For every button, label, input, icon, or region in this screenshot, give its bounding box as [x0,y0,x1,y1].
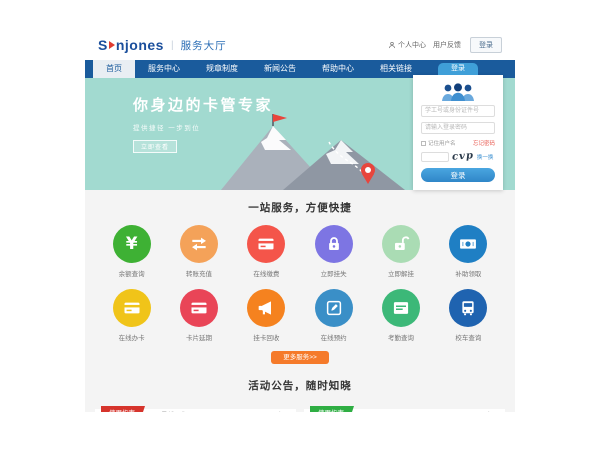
service-item-5[interactable]: 补助领取 [435,225,502,278]
feedback-link[interactable]: 用户反馈 [433,40,461,50]
forgot-password-link[interactable]: 忘记密码 [473,139,495,147]
announcements-title: 活动公告，随时知晓 [85,368,515,393]
service-label: 在线预约 [300,332,367,342]
more-link-right[interactable]: 更多>> [480,410,499,412]
nav-item-3[interactable]: 新闻公告 [251,60,309,78]
login-options: 记住用户名 忘记密码 [421,139,495,147]
service-label: 卡片延期 [165,332,232,342]
service-item-11[interactable]: 校车查询 [435,289,502,342]
logo-text-rest: njones [116,37,164,53]
service-label: 在线办卡 [98,332,165,342]
service-item-9[interactable]: 在线预约 [300,289,367,342]
service-item-8[interactable]: 挂卡回收 [233,289,300,342]
login-submit-button[interactable]: 登录 [421,168,495,182]
service-label: 在线缴费 [233,268,300,278]
service-label: 校车查询 [435,332,502,342]
services-grid: ¥ 余额查询转账充值在线缴费立即挂失立即解挂补助领取在线办卡卡片延期挂卡回收在线预… [98,225,502,342]
remember-checkbox[interactable] [421,141,426,146]
main-content: 一站服务，方便快捷 ¥ 余额查询转账充值在线缴费立即挂失立即解挂补助领取在线办卡卡… [85,190,515,412]
nav-item-4[interactable]: 帮助中心 [309,60,367,78]
hero-subtitle: 提供捷径 一步到位 [133,122,273,132]
latest-news-tab[interactable]: 最新公告 [161,409,187,412]
header-divider: | [171,40,174,51]
more-link-left[interactable]: 更多>> [271,410,290,412]
header-login-button[interactable]: 登录 [470,37,502,53]
guide-tab-green[interactable]: 使用指南 [310,406,354,412]
transfer-arrows-icon [180,225,218,263]
feedback-label: 用户反馈 [433,40,461,50]
edit-icon [315,289,353,327]
captcha-image[interactable]: cvp [452,150,475,163]
page: Snjones | 服务大厅 个人中心 用户反馈 登录 首页服务中心规章制度新闻… [85,30,515,412]
bus-icon [449,289,487,327]
person-icon [388,41,396,49]
guide-panel-right: 使用指南 更多>> [304,402,505,412]
announcement-panels: 使用指南 最新公告 更多>> 使用指南 更多>> [85,402,515,412]
login-panel: 登录 记住用户名 忘记密码 cvp 换一换 登录 [413,75,503,190]
password-input[interactable] [421,122,495,134]
nav-item-2[interactable]: 规章制度 [193,60,251,78]
user-center-label: 个人中心 [398,40,426,50]
bank-card-icon [180,289,218,327]
service-item-7[interactable]: 卡片延期 [165,289,232,342]
service-label: 挂卡回收 [233,332,300,342]
username-input[interactable] [421,105,495,117]
service-item-4[interactable]: 立即解挂 [367,225,434,278]
service-item-10[interactable]: 考勤查询 [367,289,434,342]
captcha-refresh-link[interactable]: 换一换 [477,153,494,161]
logo[interactable]: Snjones [98,37,164,53]
service-label: 补助领取 [435,268,502,278]
login-panel-tab[interactable]: 登录 [438,63,478,75]
bank-card-icon [113,289,151,327]
service-item-2[interactable]: 在线缴费 [233,225,300,278]
services-title: 一站服务，方便快捷 [85,190,515,215]
megaphone-icon [247,289,285,327]
service-label: 考勤查询 [367,332,434,342]
nav-item-0[interactable]: 首页 [93,60,135,78]
remember-label: 记住用户名 [428,139,456,147]
captcha-row: cvp 换一换 [421,151,495,162]
lock-icon [315,225,353,263]
guide-panel-left: 使用指南 最新公告 更多>> [95,402,296,412]
guide-tab-red[interactable]: 使用指南 [101,406,145,412]
bank-card-icon [247,225,285,263]
banknote-icon [449,225,487,263]
service-item-6[interactable]: 在线办卡 [98,289,165,342]
hero-title: 你身边的卡管专家 [133,94,273,115]
service-item-3[interactable]: 立即挂失 [300,225,367,278]
more-services-button[interactable]: 更多服务>> [271,351,329,364]
user-center-link[interactable]: 个人中心 [388,40,426,50]
nav-item-1[interactable]: 服务中心 [135,60,193,78]
service-label: 余额查询 [98,268,165,278]
service-label: 转账充值 [165,268,232,278]
site-name: 服务大厅 [181,38,227,53]
captcha-input[interactable] [421,152,449,162]
service-item-1[interactable]: 转账充值 [165,225,232,278]
service-label: 立即解挂 [367,268,434,278]
service-label: 立即挂失 [300,268,367,278]
unlock-icon [382,225,420,263]
logo-arrow-icon [109,41,115,49]
header: Snjones | 服务大厅 个人中心 用户反馈 登录 [85,30,515,60]
hero-text: 你身边的卡管专家 提供捷径 一步到位 立即查看 [133,94,273,154]
hero-cta-button[interactable]: 立即查看 [133,140,177,153]
users-group-icon [440,82,476,101]
yen-icon: ¥ [113,225,151,263]
attendance-icon [382,289,420,327]
logo-text-first: S [98,37,108,53]
service-item-0[interactable]: ¥ 余额查询 [98,225,165,278]
